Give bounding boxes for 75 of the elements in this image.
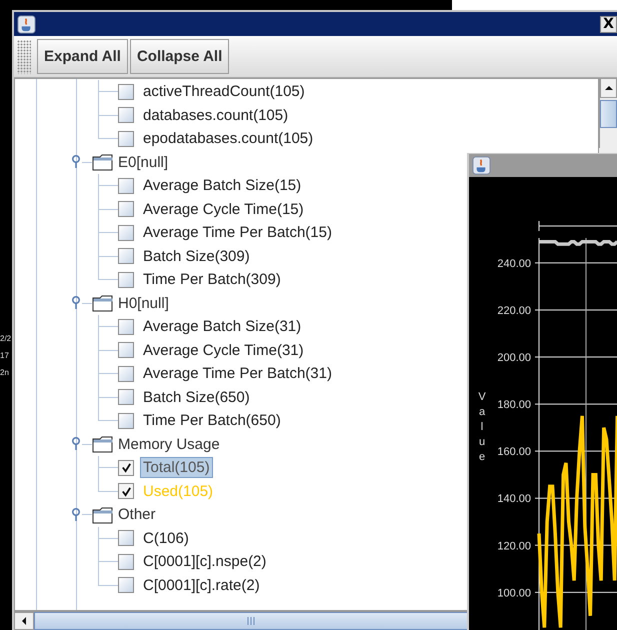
checkbox[interactable] (118, 107, 134, 124)
checkbox[interactable] (118, 224, 134, 241)
tree-item[interactable]: Average Time Per Batch(31) (140, 363, 335, 384)
checkbox[interactable] (118, 554, 134, 570)
tree-item[interactable]: C[0001][c].nspe(2) (140, 551, 270, 572)
checkbox[interactable] (118, 272, 134, 288)
axis-tick-label: 220.00 (497, 304, 531, 317)
scroll-thumb[interactable] (600, 100, 617, 128)
desktop-text: 2n (0, 368, 10, 377)
axis-tick-label: 140.00 (497, 493, 531, 506)
axis-title: Value (478, 391, 486, 463)
tree-item[interactable]: databases.count(105) (140, 104, 292, 126)
expand-handle[interactable] (70, 506, 82, 523)
checkbox[interactable] (118, 389, 134, 406)
scroll-up-button[interactable] (600, 78, 617, 98)
tree-item[interactable]: Average Batch Size(31) (140, 316, 304, 338)
checkbox[interactable] (118, 460, 134, 476)
desktop-text: 17 (0, 351, 10, 360)
folder-icon (92, 153, 114, 172)
axis-tick-label: 200.00 (497, 352, 531, 364)
tree-item[interactable]: Average Time Per Batch(15) (140, 222, 335, 244)
folder-label[interactable]: H0[null] (118, 294, 169, 312)
expand-handle[interactable] (70, 436, 82, 452)
folder-label[interactable]: Memory Usage (118, 436, 220, 453)
vertical-scrollbar[interactable] (599, 78, 617, 148)
grip-icon (247, 616, 255, 626)
checkbox[interactable] (118, 342, 134, 358)
checkbox[interactable] (118, 84, 134, 100)
expand-handle[interactable] (70, 295, 82, 312)
axis-tick-label: 160.00 (497, 446, 531, 458)
tree-line (82, 302, 92, 304)
tree-item[interactable]: C(106) (140, 528, 192, 549)
tree-item[interactable]: Average Cycle Time(15) (140, 198, 307, 220)
axis-tick-label: 180.00 (497, 399, 531, 412)
close-button[interactable]: X (600, 16, 617, 32)
toolbar-button[interactable]: Collapse All (130, 39, 230, 74)
tree-item[interactable]: Batch Size(650) (140, 386, 253, 408)
folder-label[interactable]: E0[null] (118, 154, 168, 171)
checkbox[interactable] (118, 483, 134, 500)
tree-item[interactable]: Average Cycle Time(31) (140, 340, 307, 361)
checkbox[interactable] (118, 366, 134, 382)
toolbar-grip[interactable] (17, 40, 31, 74)
arrow-up-icon (604, 83, 614, 93)
cup-icon (17, 14, 36, 34)
toolbar-button[interactable]: Expand All (37, 39, 128, 74)
checkbox[interactable] (118, 248, 134, 264)
axis-tick-label: 100.00 (497, 587, 531, 600)
tree-item[interactable]: Batch Size(309) (140, 246, 253, 267)
tree-line (82, 444, 92, 445)
checkbox[interactable] (118, 530, 134, 546)
tree-item[interactable]: Total(105) (140, 457, 213, 478)
checkbox[interactable] (118, 318, 134, 335)
checkbox[interactable] (118, 178, 134, 194)
checkbox[interactable] (118, 130, 134, 147)
tree-item[interactable]: C[0001][c].rate(2) (140, 574, 263, 596)
tree-line (82, 162, 92, 163)
folder-label[interactable]: Other (118, 506, 156, 524)
cup-icon (472, 156, 491, 175)
scroll-left-button[interactable] (14, 612, 34, 630)
checkbox[interactable] (118, 577, 134, 594)
tree-item[interactable]: Average Batch Size(15) (140, 175, 304, 196)
tree-item[interactable]: Time Per Batch(309) (140, 269, 284, 290)
folder-icon (92, 506, 114, 524)
desktop-text: 2/2 (0, 334, 12, 343)
checkbox[interactable] (118, 201, 134, 218)
tree-item[interactable]: activeThreadCount(105) (140, 81, 308, 102)
tree-line (82, 514, 92, 516)
axis-tick-label: 240.00 (497, 258, 531, 270)
expand-handle[interactable] (70, 154, 82, 170)
tree-item[interactable]: epodatabases.count(105) (140, 128, 316, 150)
folder-icon (92, 294, 114, 312)
axis-tick-label: 120.00 (497, 540, 531, 552)
folder-icon (92, 435, 114, 454)
checkbox[interactable] (118, 412, 134, 429)
tree-item[interactable]: Time Per Batch(650) (140, 410, 284, 432)
